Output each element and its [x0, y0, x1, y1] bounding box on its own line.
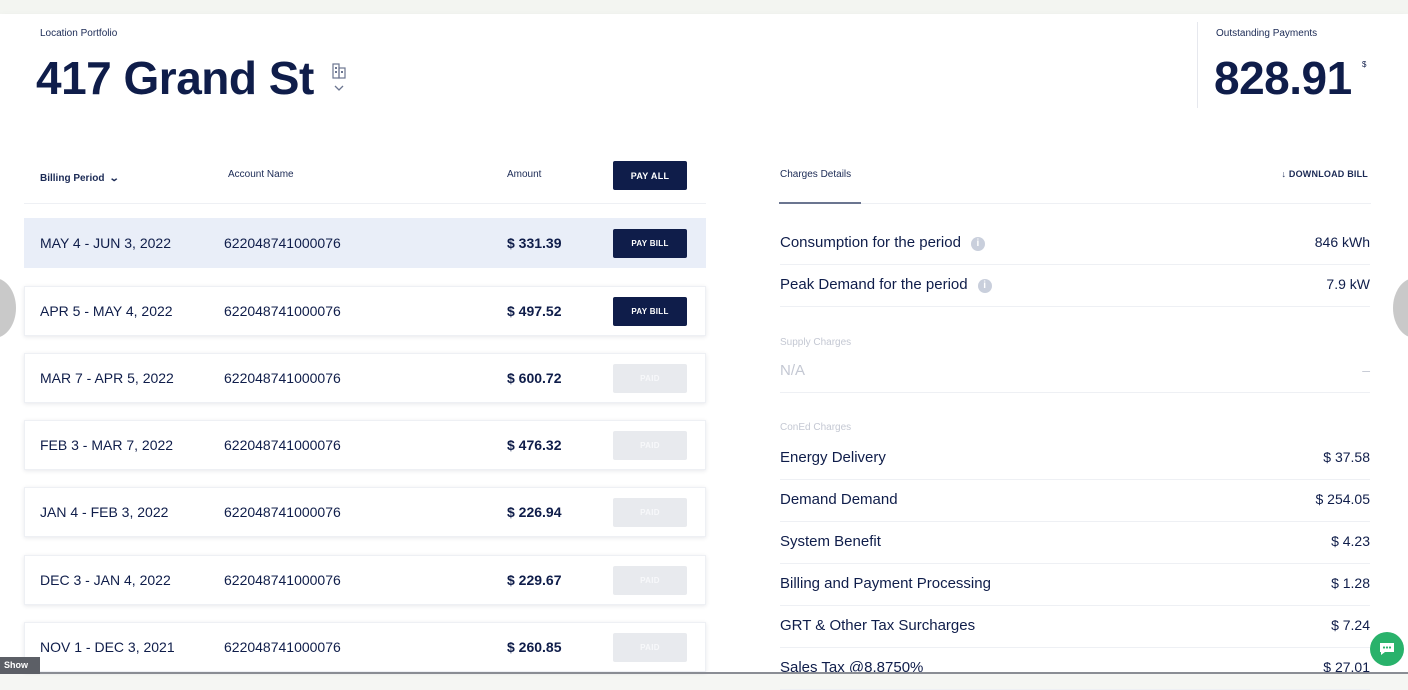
bill-row[interactable]: APR 5 - MAY 4, 2022 622048741000076 $ 49…: [24, 286, 706, 336]
charge-row: Peak Demand for the period i 7.9 kW: [780, 264, 1370, 307]
bill-period: APR 5 - MAY 4, 2022: [40, 303, 173, 319]
charge-row: GRT & Other Tax Surcharges $ 7.24: [780, 605, 1370, 648]
bill-row[interactable]: JAN 4 - FEB 3, 2022 622048741000076 $ 22…: [24, 487, 706, 537]
chat-button[interactable]: [1370, 632, 1404, 666]
charge-row: Demand Demand $ 254.05: [780, 479, 1370, 522]
location-selector[interactable]: [330, 62, 348, 102]
peak-demand-label: Peak Demand for the period: [780, 276, 968, 293]
paid-badge: PAID: [613, 633, 687, 662]
download-arrow-icon: ↓: [1281, 169, 1287, 179]
download-bill-label: DOWNLOAD BILL: [1288, 169, 1368, 179]
pay-all-button[interactable]: PAY ALL: [613, 161, 687, 190]
location-title: 417 Grand St: [36, 52, 314, 104]
coned-charges-header: ConEd Charges: [780, 422, 852, 433]
charge-label: Demand Demand: [780, 491, 898, 508]
chevron-down-icon: ⌄: [109, 173, 121, 184]
consumption-label: Consumption for the period: [780, 234, 961, 251]
bill-period: NOV 1 - DEC 3, 2021: [40, 639, 175, 655]
show-toggle[interactable]: Show: [0, 657, 40, 674]
charge-value: 846 kWh: [1314, 234, 1370, 250]
bill-period: MAY 4 - JUN 3, 2022: [40, 235, 171, 251]
outstanding-currency: $: [1362, 60, 1367, 69]
bill-row[interactable]: NOV 1 - DEC 3, 2021 622048741000076 $ 26…: [24, 622, 706, 672]
main-content: Billing Period ⌄ Account Name Amount PAY …: [0, 118, 1408, 690]
bill-account: 622048741000076: [224, 504, 341, 520]
top-strip: [0, 0, 1408, 14]
bills-header-divider: [24, 203, 706, 204]
account-name-header: Account Name: [228, 169, 294, 180]
bill-amount: $ 600.72: [507, 370, 562, 386]
outstanding-value: 828.91: [1214, 52, 1352, 104]
charge-row: System Benefit $ 4.23: [780, 521, 1370, 564]
charge-value: –: [1362, 362, 1370, 378]
charge-value: $ 4.23: [1331, 533, 1370, 549]
paid-badge: PAID: [613, 498, 687, 527]
amount-header: Amount: [507, 169, 542, 180]
bill-account: 622048741000076: [224, 437, 341, 453]
bill-account: 622048741000076: [224, 572, 341, 588]
supply-charges-header: Supply Charges: [780, 337, 852, 348]
location-label: Location Portfolio: [40, 28, 118, 39]
charge-value: $ 1.28: [1331, 575, 1370, 591]
bill-row[interactable]: MAR 7 - APR 5, 2022 622048741000076 $ 60…: [24, 353, 706, 403]
charge-label: Billing and Payment Processing: [780, 575, 991, 592]
bill-amount: $ 476.32: [507, 437, 562, 453]
charge-row: Billing and Payment Processing $ 1.28: [780, 563, 1370, 606]
info-icon[interactable]: i: [977, 279, 992, 293]
paid-badge: PAID: [613, 364, 687, 393]
charge-row: Consumption for the period i 846 kWh: [780, 222, 1370, 265]
billing-period-header: Billing Period: [40, 173, 105, 184]
paid-badge: PAID: [613, 566, 687, 595]
bill-amount: $ 226.94: [507, 504, 562, 520]
tab-charges-details[interactable]: Charges Details: [780, 169, 851, 180]
pay-bill-button[interactable]: PAY BILL: [613, 229, 687, 258]
bill-account: 622048741000076: [224, 639, 341, 655]
charge-label: System Benefit: [780, 533, 881, 550]
bill-period: DEC 3 - JAN 4, 2022: [40, 572, 171, 588]
bill-amount: $ 229.67: [507, 572, 562, 588]
bill-account: 622048741000076: [224, 370, 341, 386]
charge-value: 7.9 kW: [1326, 276, 1370, 292]
header-divider: [1197, 22, 1198, 108]
charges-header-divider: [779, 203, 1371, 204]
charge-value: $ 7.24: [1331, 617, 1370, 633]
charge-value: $ 37.58: [1323, 449, 1370, 465]
chat-icon: [1380, 643, 1394, 655]
bill-period: MAR 7 - APR 5, 2022: [40, 370, 174, 386]
bill-row[interactable]: MAY 4 - JUN 3, 2022 622048741000076 $ 33…: [24, 218, 706, 268]
bill-period: FEB 3 - MAR 7, 2022: [40, 437, 174, 453]
charge-row: N/A –: [780, 350, 1370, 393]
charge-label: N/A: [780, 362, 806, 379]
location-header: Location Portfolio 417 Grand St Outstand…: [0, 14, 1408, 118]
pay-bill-button[interactable]: PAY BILL: [613, 297, 687, 326]
bill-amount: $ 331.39: [507, 235, 562, 251]
paid-badge: PAID: [613, 431, 687, 460]
bill-row[interactable]: FEB 3 - MAR 7, 2022 622048741000076 $ 47…: [24, 420, 706, 470]
bill-account: 622048741000076: [224, 235, 341, 251]
building-icon: [332, 63, 346, 91]
download-bill-button[interactable]: ↓ DOWNLOAD BILL: [1282, 169, 1369, 179]
bill-row[interactable]: DEC 3 - JAN 4, 2022 622048741000076 $ 22…: [24, 555, 706, 605]
charge-label: Consumption for the period i: [780, 234, 985, 251]
bill-account: 622048741000076: [224, 303, 341, 319]
bill-amount: $ 260.85: [507, 639, 562, 655]
charge-label: Energy Delivery: [780, 449, 886, 466]
active-tab-indicator: [779, 202, 861, 204]
bill-period: JAN 4 - FEB 3, 2022: [40, 504, 169, 520]
charge-value: $ 254.05: [1315, 491, 1371, 507]
bill-amount: $ 497.52: [507, 303, 562, 319]
billing-period-sort[interactable]: Billing Period ⌄: [40, 173, 121, 184]
info-icon[interactable]: i: [970, 237, 985, 251]
charge-label: Peak Demand for the period i: [780, 276, 992, 293]
charge-row: Energy Delivery $ 37.58: [780, 437, 1370, 480]
charge-row: Sales Tax @8.8750% $ 27.01: [780, 647, 1370, 690]
outstanding-label: Outstanding Payments: [1216, 28, 1318, 39]
charge-label: GRT & Other Tax Surcharges: [780, 617, 976, 634]
